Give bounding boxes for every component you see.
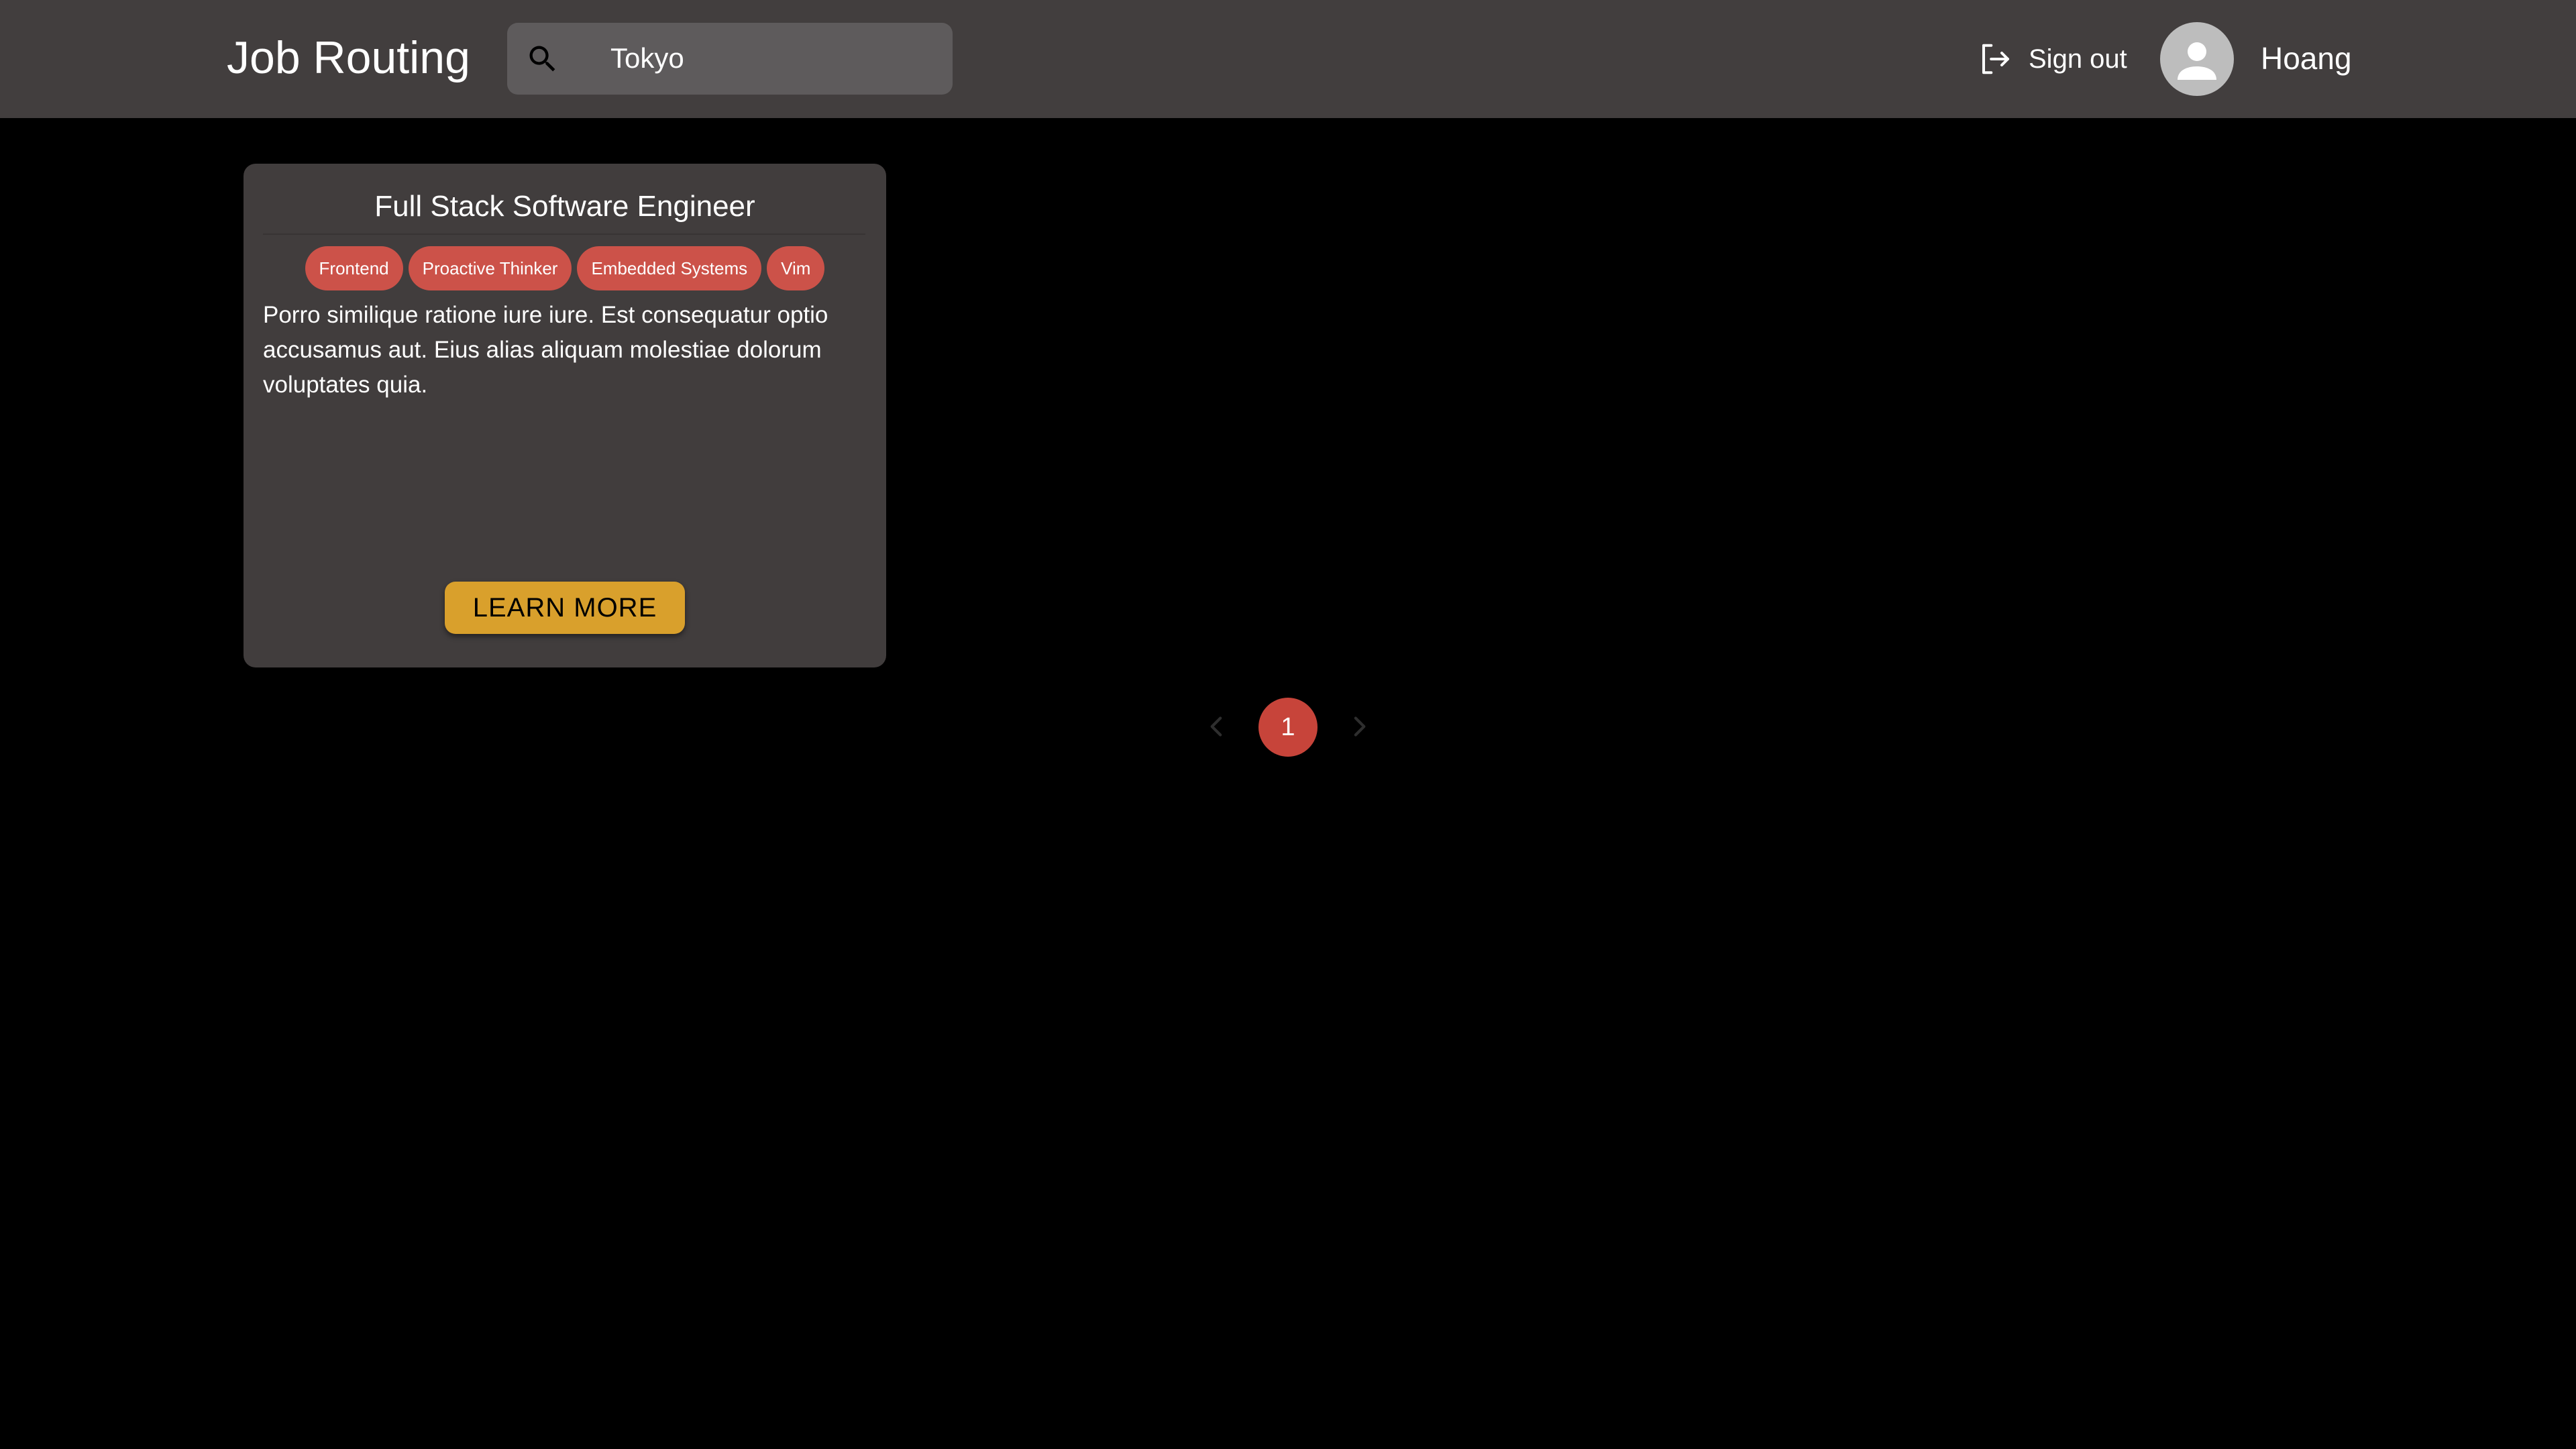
chevron-left-icon[interactable] — [1201, 710, 1234, 743]
logout-icon — [1978, 41, 2014, 77]
avatar[interactable] — [2160, 22, 2234, 96]
search-input[interactable] — [604, 35, 939, 82]
sign-out-label: Sign out — [2029, 44, 2127, 74]
pagination: 1 — [1201, 698, 1375, 757]
person-icon — [2178, 42, 2216, 80]
job-title: Full Stack Software Engineer — [374, 190, 755, 223]
divider — [263, 233, 865, 235]
chevron-right-icon[interactable] — [1342, 710, 1375, 743]
search-icon — [525, 42, 560, 76]
sign-out-button[interactable]: Sign out — [1978, 39, 2127, 79]
job-card: Full Stack Software Engineer Frontend Pr… — [244, 164, 886, 667]
app-title[interactable]: Job Routing — [227, 31, 470, 85]
tag-list: Frontend Proactive Thinker Embedded Syst… — [244, 246, 886, 290]
user-name: Hoang — [2261, 41, 2352, 76]
learn-more-button[interactable]: LEARN MORE — [445, 582, 685, 634]
top-app-bar: Job Routing Sign out Hoang — [0, 0, 2576, 118]
tag-chip[interactable]: Embedded Systems — [577, 246, 762, 290]
tag-chip[interactable]: Proactive Thinker — [408, 246, 572, 290]
page-button-current[interactable]: 1 — [1258, 698, 1318, 757]
job-description: Porro similique ratione iure iure. Est c… — [263, 302, 828, 398]
tag-chip[interactable]: Vim — [767, 246, 825, 290]
tag-chip[interactable]: Frontend — [305, 246, 403, 290]
